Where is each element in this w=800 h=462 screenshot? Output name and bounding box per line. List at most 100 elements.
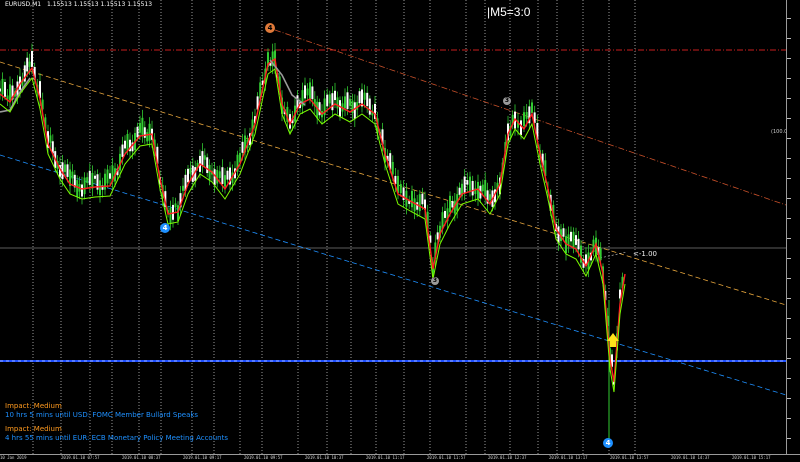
candle-body: [570, 231, 572, 242]
time-scale-label: 2019.01.10 12:37: [488, 455, 527, 460]
wave-marker-3-top: 3: [503, 97, 511, 105]
price-chart[interactable]: [0, 0, 786, 454]
candle-body: [306, 88, 309, 96]
candle-body: [328, 94, 331, 104]
candle-body: [241, 141, 244, 153]
candle-body: [218, 171, 221, 179]
time-scale-label: 2019.01.10 07:57: [61, 455, 100, 460]
candle-body: [421, 193, 424, 205]
candle-body: [31, 50, 33, 67]
candle-body: [126, 133, 129, 151]
candle-body: [104, 173, 106, 190]
candle-body: [0, 88, 1, 92]
candle-body: [466, 180, 469, 185]
lower-channel-line: [0, 154, 786, 396]
price-scale-tick: [787, 118, 791, 119]
candle-body: [76, 180, 79, 197]
candle-body: [572, 231, 575, 249]
candle-body: [124, 140, 126, 149]
candle-body: [91, 172, 94, 189]
time-scale-label: 2019.01.10 11:57: [427, 455, 466, 460]
wave-marker-4-bottom: 4: [603, 438, 613, 448]
candle-body: [143, 127, 146, 138]
candle-body: [106, 169, 109, 184]
candle-body: [458, 187, 461, 195]
price-scale[interactable]: [786, 0, 800, 454]
ohlc-low: 1.15513: [100, 1, 126, 8]
ohlc-open: 1.15513: [47, 1, 72, 8]
candle-body: [523, 112, 525, 126]
price-scale-tick: [787, 138, 791, 139]
price-scale-tick: [787, 378, 791, 379]
candle-body: [304, 85, 306, 99]
channel-level-label: <-1.00: [633, 250, 657, 258]
candle-body: [86, 177, 89, 183]
news-impact-label: Impact: Medium: [5, 402, 62, 410]
candle-body: [316, 101, 319, 119]
time-scale-label: 2019.01.10 08:37: [122, 455, 161, 460]
candle-body: [436, 232, 439, 240]
price-scale-tick: [787, 278, 791, 279]
candle-body: [136, 126, 139, 138]
ma-green-line: [0, 68, 626, 393]
candle-body: [334, 90, 336, 101]
time-scale-label: 2019.01.10 09:57: [244, 455, 283, 460]
time-scale-label: 2019.01.10 13:57: [610, 455, 649, 460]
news-item-2: Impact: Medium 4 hrs 55 mins until EUR: …: [5, 425, 228, 443]
chart-area[interactable]: [0, 0, 786, 454]
candle-body: [309, 82, 311, 100]
candle-body: [349, 98, 351, 106]
candle-body: [121, 144, 124, 157]
candle-body: [26, 57, 29, 72]
candle-body: [484, 179, 487, 197]
candle-body: [326, 94, 329, 107]
candle-body: [148, 123, 151, 141]
price-scale-tick: [787, 158, 791, 159]
price-scale-tick: [787, 238, 791, 239]
news-event-text: 10 hrs 5 mins until USD: FOMC Member Bul…: [5, 411, 199, 419]
candle-body: [449, 195, 451, 213]
candle-body: [311, 86, 314, 100]
wave-marker-4-top: 4: [265, 23, 275, 33]
candle-body: [4, 82, 6, 97]
candle-body: [368, 98, 371, 115]
time-scale-label: 10 Jan 2019: [0, 455, 27, 460]
ohlc-high: 1.15513: [73, 1, 99, 8]
price-scale-tick: [787, 338, 791, 339]
price-scale-tick: [787, 98, 791, 99]
wave-marker-4-left: 4: [160, 223, 170, 233]
candle-body: [201, 151, 204, 166]
candle-body: [81, 184, 83, 197]
candle-body: [339, 100, 341, 118]
candle-body: [66, 164, 69, 177]
candle-body: [471, 180, 474, 196]
candle-body: [331, 93, 334, 111]
time-scale-label: 2019.01.10 11:17: [366, 455, 405, 460]
candle-body: [71, 171, 74, 179]
timeframe-mode-label: |M5=3:0: [487, 5, 531, 19]
price-scale-tick: [787, 78, 791, 79]
candle-body: [139, 122, 141, 133]
candle-body: [187, 168, 189, 183]
candle-body: [366, 92, 369, 107]
news-item-1: Impact: Medium 10 hrs 5 mins until USD: …: [5, 402, 198, 420]
candle-body: [567, 234, 570, 246]
time-scale-label: 2019.01.10 13:17: [549, 455, 588, 460]
candle-body: [318, 102, 321, 116]
candle-body: [336, 97, 339, 109]
price-scale-tick: [787, 198, 791, 199]
candle-body: [182, 185, 184, 191]
candle-body: [189, 168, 192, 174]
time-scale-label: 2019.01.10 10:37: [305, 455, 344, 460]
candle-body: [358, 91, 361, 104]
candle-body: [575, 235, 577, 245]
candle-body: [399, 184, 402, 194]
candle-body: [411, 190, 413, 208]
candle-body: [562, 228, 565, 237]
price-scale-tick: [787, 298, 791, 299]
candle-body: [469, 176, 471, 192]
candle-body: [174, 203, 177, 208]
candle-body: [444, 210, 446, 218]
ohlc-close: 1.15513: [127, 1, 153, 8]
time-scale-label: 2019.01.10 09:17: [183, 455, 222, 460]
